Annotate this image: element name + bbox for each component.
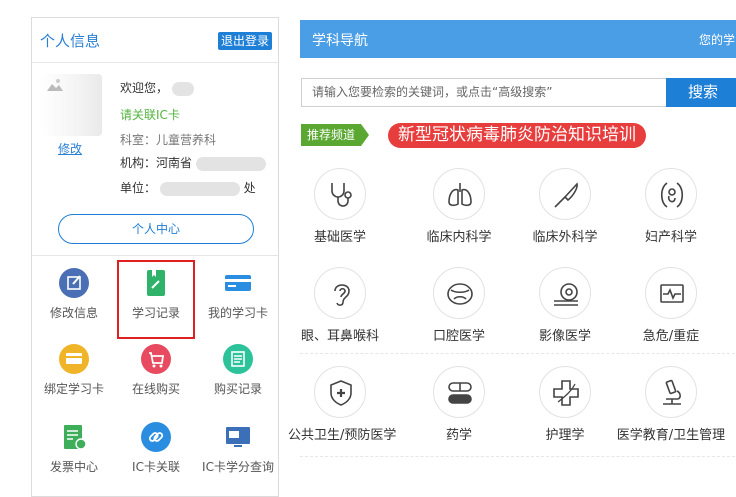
logout-button[interactable]: 退出登录	[217, 32, 272, 50]
ear-icon	[314, 267, 366, 319]
lungs-icon	[433, 168, 485, 220]
category-eye-ent[interactable]: 眼、耳鼻喉科	[284, 267, 396, 344]
category-stomatology[interactable]: 口腔医学	[403, 267, 515, 344]
tool-purchase-record[interactable]: 购买记录	[198, 344, 278, 397]
redacted-unit	[159, 181, 240, 196]
scanner-icon	[539, 267, 591, 319]
redacted-org	[195, 156, 266, 171]
edit-avatar-link[interactable]: 修改	[58, 140, 82, 157]
tool-edit-info[interactable]: 修改信息	[34, 268, 114, 321]
category-public-health[interactable]: 公共卫生/预防医学	[288, 366, 396, 443]
profile-title: 个人信息	[40, 32, 101, 50]
nursing-icon	[539, 366, 591, 418]
category-obstetrics[interactable]: 妇产科学	[615, 168, 727, 245]
tool-ic-link[interactable]: IC卡关联	[116, 422, 196, 475]
category-pharmacy[interactable]: 药学	[403, 366, 515, 443]
promo-banner[interactable]: 新型冠状病毒肺炎防治知识培训	[388, 123, 646, 148]
microscope-icon	[645, 366, 697, 418]
divider	[32, 255, 278, 256]
personal-center-button[interactable]: 个人中心	[58, 214, 254, 244]
tool-buy-online[interactable]: 在线购买	[116, 344, 196, 397]
nav-right-text: 您的学	[699, 33, 736, 47]
org-line: 机构：河南省	[120, 155, 266, 171]
profile-panel: 个人信息 退出登录 修改 欢迎您， 请关联IC卡 科室：儿童营养科 机构：河南省…	[31, 17, 279, 497]
redacted-name	[171, 81, 194, 96]
welcome-line: 欢迎您，	[120, 80, 194, 96]
list-icon	[223, 344, 253, 374]
category-nursing[interactable]: 护理学	[509, 366, 621, 443]
tool-ic-credit-query[interactable]: IC卡学分查询	[198, 422, 278, 475]
monitor-card-icon	[223, 422, 253, 452]
monitor-icon	[645, 267, 697, 319]
tool-bind-card[interactable]: 绑定学习卡	[34, 344, 114, 397]
category-basic-medicine[interactable]: 基础医学	[284, 168, 396, 245]
selected-highlight	[117, 260, 195, 339]
stethoscope-icon	[314, 168, 366, 220]
tool-invoice[interactable]: 发票中心	[34, 422, 114, 475]
edit-icon	[59, 268, 89, 298]
card-icon	[223, 268, 253, 298]
pill-icon	[433, 366, 485, 418]
subject-nav-header: 学科导航 您的学	[300, 20, 736, 58]
row-divider	[300, 353, 736, 354]
fetus-icon	[645, 168, 697, 220]
image-placeholder-icon	[47, 79, 63, 91]
invoice-icon	[59, 422, 89, 452]
subject-nav-panel: 学科导航 您的学 请输入您要检索的关键词，或点击“高级搜索” 搜索 推荐频道 新…	[288, 20, 736, 457]
unit-line: 单位： 处	[120, 181, 256, 196]
search-input[interactable]: 请输入您要检索的关键词，或点击“高级搜索”	[301, 78, 667, 107]
category-imaging[interactable]: 影像医学	[509, 267, 621, 344]
shield-cross-icon	[314, 366, 366, 418]
cart-icon	[141, 344, 171, 374]
link-card-link[interactable]: 请关联IC卡	[120, 106, 180, 123]
tool-my-card[interactable]: 我的学习卡	[198, 268, 278, 321]
category-surgery[interactable]: 临床外科学	[509, 168, 621, 245]
row-divider	[300, 456, 736, 457]
recommend-tag: 推荐频道	[301, 124, 370, 146]
subject-nav-title: 学科导航	[312, 33, 368, 49]
scalpel-icon	[539, 168, 591, 220]
link-icon	[141, 422, 171, 452]
avatar	[40, 74, 102, 136]
dept-text: 科室：儿童营养科	[120, 133, 217, 147]
category-emergency[interactable]: 急危/重症	[615, 267, 727, 344]
bind-card-icon	[59, 344, 89, 374]
category-internal-medicine[interactable]: 临床内科学	[403, 168, 515, 245]
profile-header: 个人信息 退出登录	[32, 18, 278, 63]
mouth-icon	[433, 267, 485, 319]
search-button[interactable]: 搜索	[666, 78, 736, 107]
category-medical-education[interactable]: 医学教育/卫生管理	[615, 366, 727, 443]
